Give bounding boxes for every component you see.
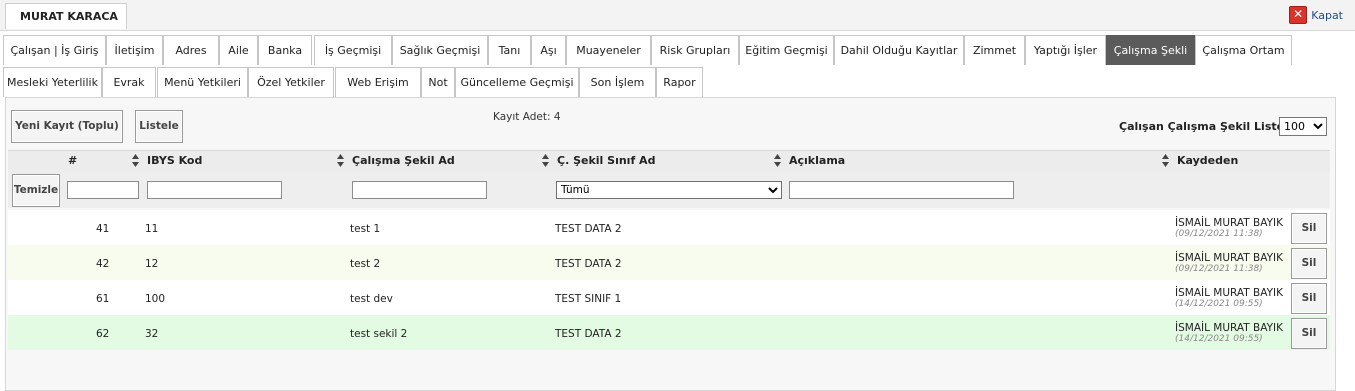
tab-item[interactable]: Çalışan | İş Giriş [3,35,106,65]
col-header-calisma-sekil[interactable]: Çalışma Şekil Ad [352,154,455,167]
delete-button[interactable]: Sil [1291,283,1327,314]
tab-item[interactable]: Menü Yetkileri [157,67,248,97]
cell-ibys-kod: 32 [145,328,159,340]
cell-num: 62 [96,328,110,340]
list-button[interactable]: Listele [135,110,183,143]
tab-item[interactable]: İş Geçmişi [314,35,392,65]
tab-item[interactable]: Web Erişim [335,67,421,97]
cell-kaydeden-user: İSMAİL MURAT BAYIK [1175,217,1283,229]
table-header: # IBYS Kod Çalışma Şekil Ad Ç. Şekil Sın… [8,150,1330,172]
filter-aciklama-input[interactable] [789,181,1014,199]
cell-kaydeden-date: (09/12/2021 11:38) [1175,264,1263,274]
delete-button[interactable]: Sil [1291,248,1327,279]
table-row[interactable]: 41 11 test 1 TEST DATA 2 İSMAİL MURAT BAYIK(… [8,210,1330,245]
tab-item[interactable]: Risk Grupları [651,35,739,65]
top-bar: MURAT KARACA ✕ Kapat [0,0,1355,31]
cell-kaydeden-date: (09/12/2021 11:38) [1175,229,1263,239]
cell-num: 41 [96,223,110,235]
tab-item[interactable]: Adres [163,35,219,65]
cell-num: 42 [96,258,110,270]
tab-item[interactable]: Tanı [488,35,531,65]
cell-ibys-kod: 100 [145,293,166,305]
sort-icon[interactable] [1162,154,1169,167]
close-label[interactable]: Kapat [1311,9,1343,22]
tab-item[interactable]: Rapor [656,67,703,97]
col-header-kaydeden[interactable]: Kaydeden [1177,154,1238,167]
cell-kaydeden-user: İSMAİL MURAT BAYIK [1175,252,1283,264]
close-button[interactable]: ✕ Kapat [1289,6,1343,24]
filter-ibys-input[interactable] [147,181,282,199]
tab-item[interactable]: Eğitim Geçmişi [739,35,834,65]
tab-item[interactable]: Zimmet [964,35,1025,65]
tab-item[interactable]: Evrak [102,67,156,97]
sort-icon[interactable] [774,154,781,167]
sort-icon[interactable] [132,154,139,167]
tab-item[interactable]: Çalışma Şekli [1106,35,1195,65]
new-record-bulk-button[interactable]: Yeni Kayıt (Toplu) [11,110,123,143]
tab-item[interactable]: Not [421,67,455,97]
tab-item[interactable]: Son İşlem [579,67,656,97]
tab-item[interactable]: Yaptığı İşler [1025,35,1106,65]
sort-icon[interactable] [542,154,549,167]
cell-calisma-sekil: test sekil 2 [350,328,408,340]
page-size-select[interactable]: 100 [1279,117,1327,136]
list-settings-label: Çalışan Çalışma Şekil Liste [1119,120,1285,133]
col-header-aciklama[interactable]: Açıklama [789,154,845,167]
table-row[interactable]: 62 32 test sekil 2 TEST DATA 2 İSMAİL MURAT … [8,315,1330,350]
tab-item[interactable]: Mesleki Yeterlilik [3,67,102,97]
cell-kaydeden-user: İSMAİL MURAT BAYIK [1175,322,1283,334]
tab-item[interactable]: Dahil Olduğu Kayıtlar [834,35,964,65]
table-row[interactable]: 42 12 test 2 TEST DATA 2 İSMAİL MURAT BAYIK(… [8,245,1330,280]
tab-item[interactable]: Aşı [531,35,566,65]
tab-item[interactable]: Aile [219,35,258,65]
clear-filters-button[interactable]: Temizle [12,174,60,207]
cell-sekil-sinif: TEST SINIF 1 [555,293,622,305]
cell-ibys-kod: 12 [145,258,159,270]
cell-num: 61 [96,293,110,305]
tab-item[interactable]: Muayeneler [566,35,651,65]
tab-item[interactable]: İletişim [106,35,163,65]
filter-sinif-select[interactable]: Tümü [556,181,782,199]
cell-kaydeden-date: (14/12/2021 09:55) [1175,299,1263,309]
user-name-tab[interactable]: MURAT KARACA [5,3,127,29]
tab-item[interactable]: Banka [258,35,312,65]
filter-calisma-input[interactable] [352,181,487,199]
record-count: Kayıt Adet: 4 [493,111,561,123]
delete-button[interactable]: Sil [1291,213,1327,244]
table-row[interactable]: 61 100 test dev TEST SINIF 1 İSMAİL MURAT BA… [8,280,1330,315]
close-icon[interactable]: ✕ [1289,6,1308,24]
filter-num-input[interactable] [67,181,139,199]
cell-sekil-sinif: TEST DATA 2 [555,258,622,270]
tab-item[interactable]: Çalışma Ortam [1195,35,1292,65]
tab-item[interactable]: Özel Yetkiler [248,67,334,97]
col-header-ibys[interactable]: IBYS Kod [147,154,202,167]
sort-icon[interactable] [337,154,344,167]
col-header-num[interactable]: # [68,154,77,167]
tab-item[interactable]: Güncelleme Geçmişi [455,67,579,97]
delete-button[interactable]: Sil [1291,318,1327,349]
tab-item[interactable]: Sağlık Geçmişi [392,35,488,65]
filter-row: Temizle Tümü [8,172,1330,208]
cell-kaydeden-date: (14/12/2021 09:55) [1175,334,1263,344]
col-header-sekil-sinif[interactable]: Ç. Şekil Sınıf Ad [557,154,655,167]
cell-calisma-sekil: test 2 [350,258,381,270]
cell-ibys-kod: 11 [145,223,159,235]
cell-calisma-sekil: test dev [350,293,393,305]
cell-calisma-sekil: test 1 [350,223,381,235]
cell-kaydeden-user: İSMAİL MURAT BAYIK [1175,287,1283,299]
cell-sekil-sinif: TEST DATA 2 [555,328,622,340]
cell-sekil-sinif: TEST DATA 2 [555,223,622,235]
